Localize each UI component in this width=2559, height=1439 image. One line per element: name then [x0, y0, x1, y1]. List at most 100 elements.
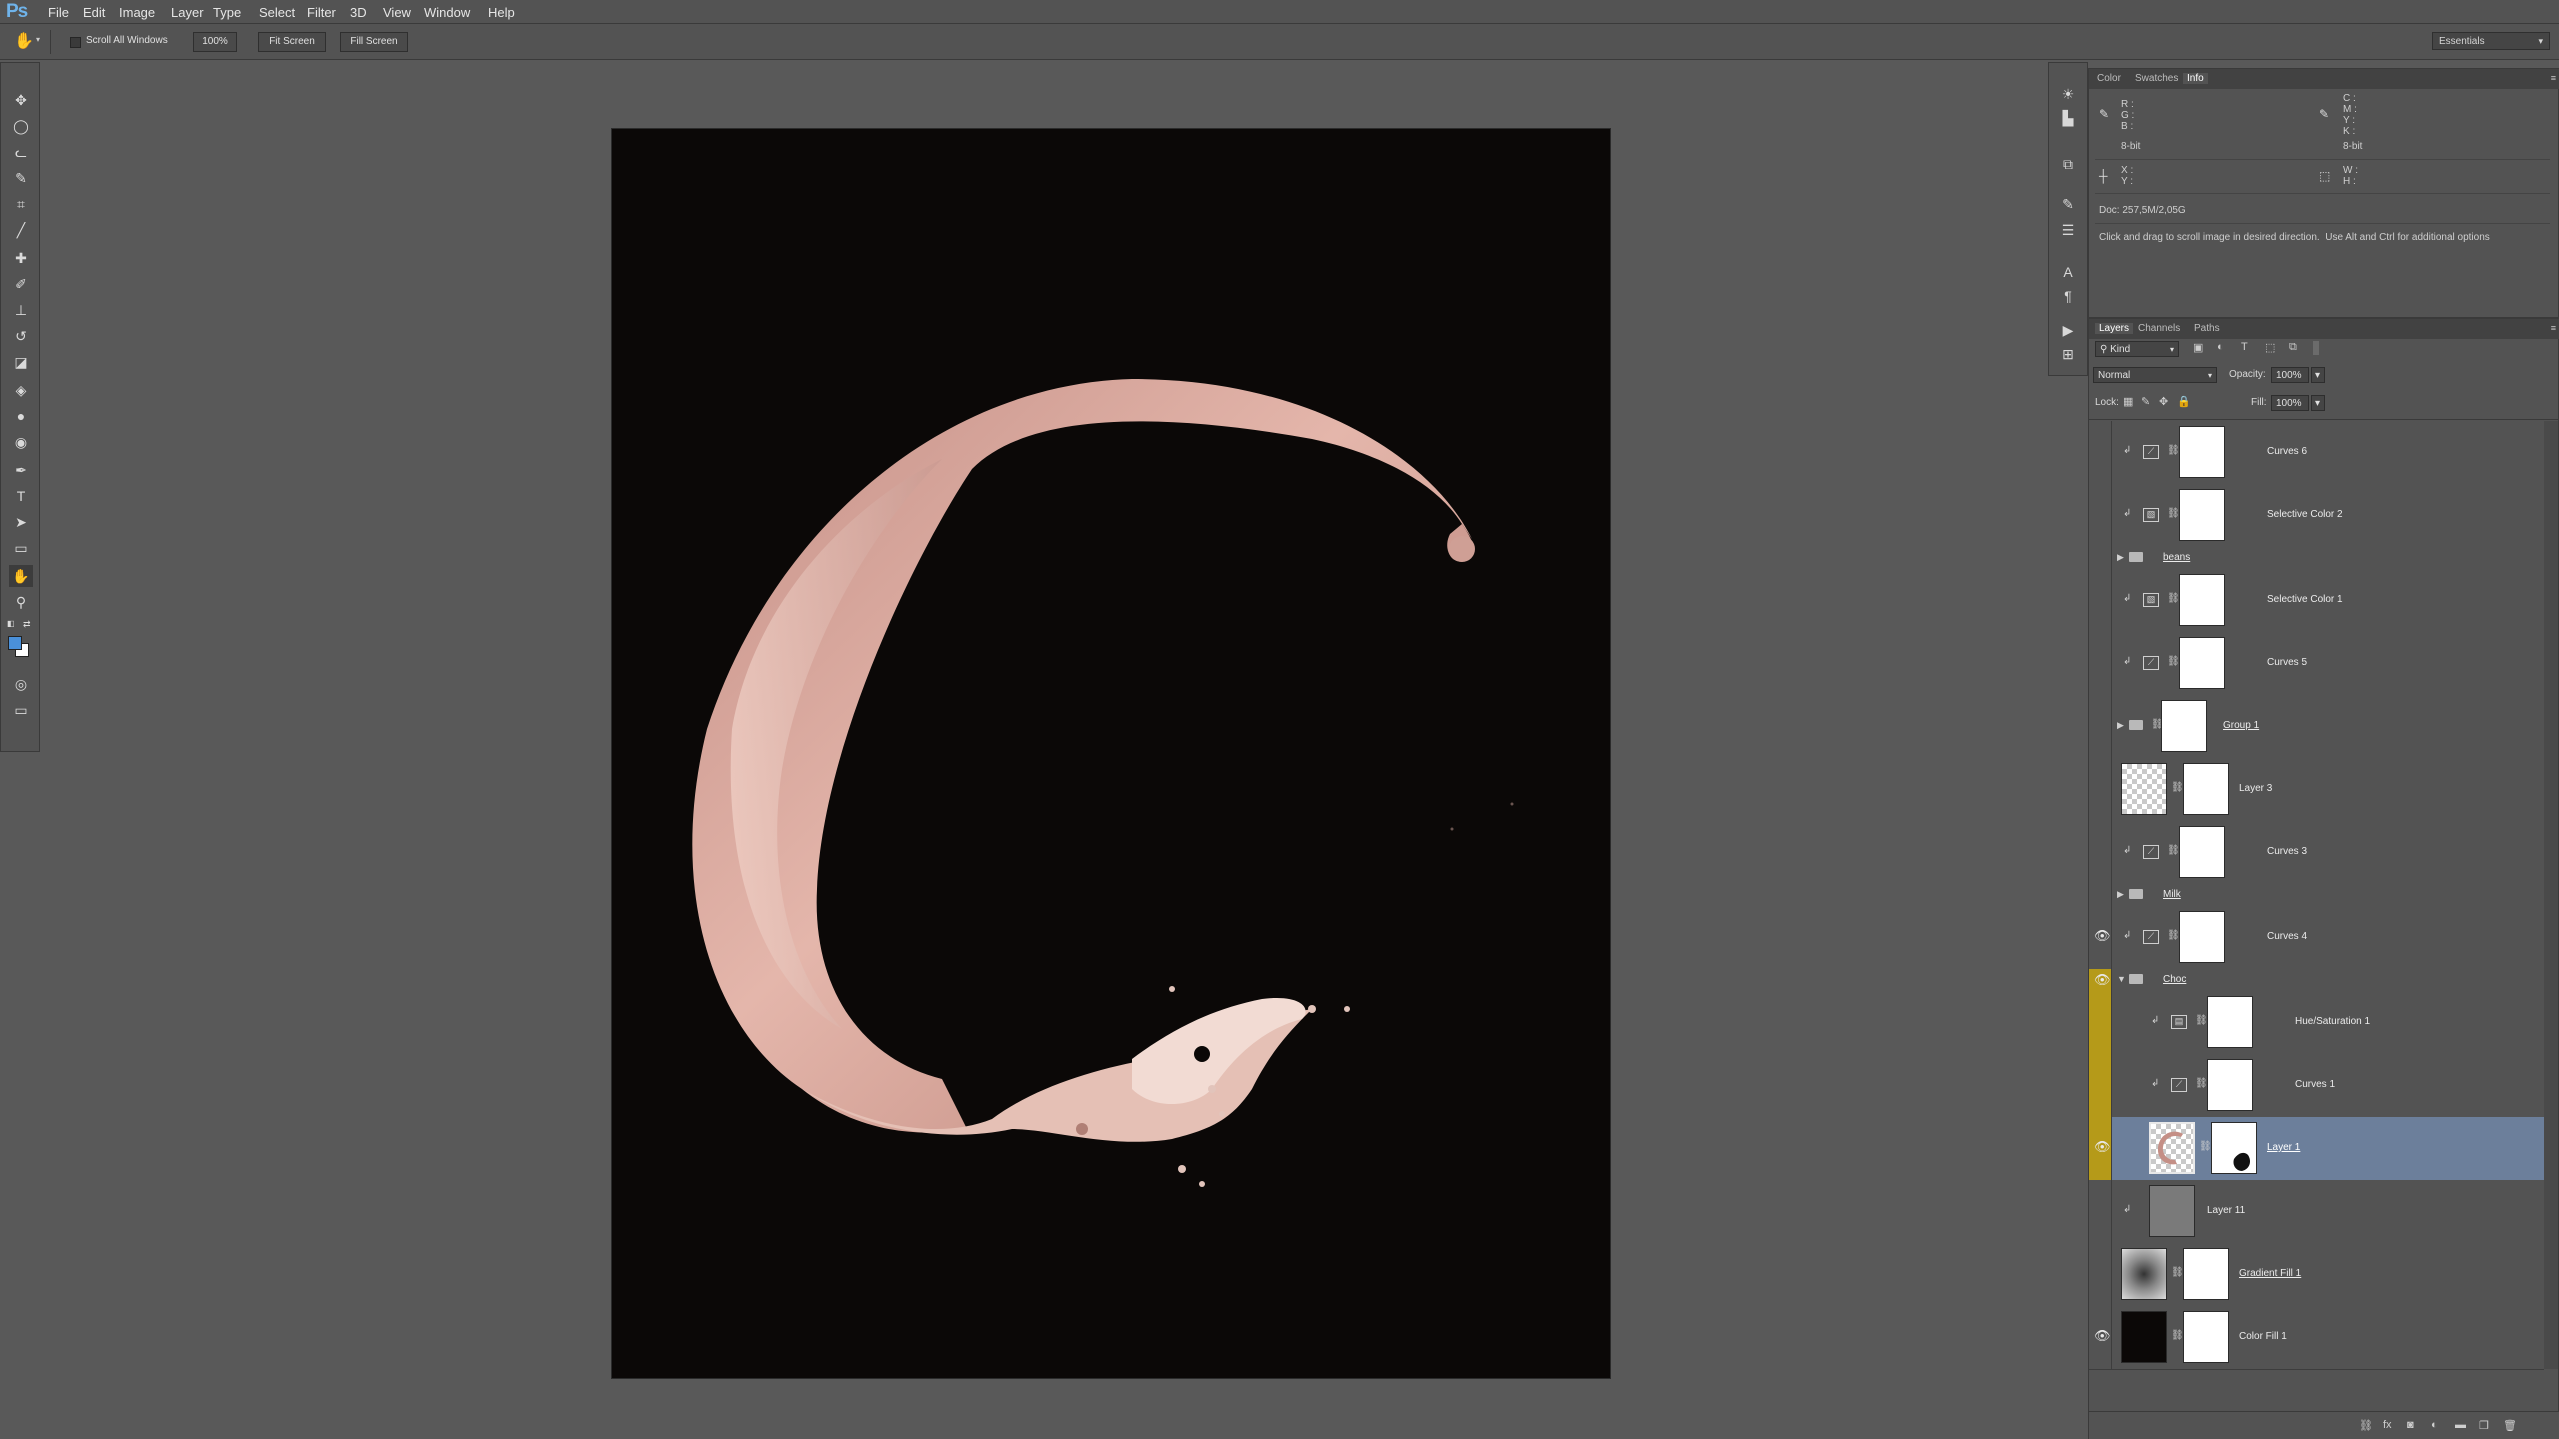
- layer-row[interactable]: 👁 ⛓ Color Fill 1: [2089, 1306, 2544, 1370]
- layer-mask-thumbnail[interactable]: [2179, 426, 2225, 478]
- character-icon[interactable]: A: [2057, 261, 2079, 283]
- rectangle-tool-icon[interactable]: ▭: [9, 537, 33, 559]
- panel-menu-icon[interactable]: ≡: [2551, 323, 2556, 333]
- menu-window[interactable]: Window: [424, 5, 470, 20]
- layer-row[interactable]: ↲ ⟋ ⛓ Curves 6: [2089, 421, 2544, 485]
- tab-color[interactable]: Color: [2097, 73, 2121, 84]
- menu-image[interactable]: Image: [119, 5, 155, 20]
- layer-mask-thumbnail[interactable]: [2183, 763, 2229, 815]
- quick-selection-tool-icon[interactable]: ✎: [9, 167, 33, 189]
- layer-mask-thumbnail[interactable]: [2179, 637, 2225, 689]
- filter-kind-select[interactable]: ⚲ Kind ▾: [2095, 341, 2179, 357]
- layer-name[interactable]: Hue/Saturation 1: [2295, 1016, 2370, 1027]
- dodge-tool-icon[interactable]: ●: [9, 405, 33, 427]
- layer-row[interactable]: ↲ ⟋ ⛓ Curves 1: [2089, 1054, 2544, 1118]
- marquee-tool-icon[interactable]: ◯: [9, 115, 33, 137]
- layer-row[interactable]: ↲ ▧ ⛓ Selective Color 2: [2089, 484, 2544, 548]
- eyedropper-tool-icon[interactable]: ╱: [9, 219, 33, 241]
- layer-group-row[interactable]: ▶ Milk: [2089, 884, 2544, 907]
- layer-thumbnail[interactable]: [2121, 763, 2167, 815]
- chain-link-icon[interactable]: ⛓: [2167, 593, 2180, 604]
- visibility-toggle[interactable]: [2089, 421, 2112, 484]
- new-group-icon[interactable]: ▬: [2455, 1419, 2466, 1431]
- layer-name[interactable]: Color Fill 1: [2239, 1331, 2287, 1342]
- layer-row[interactable]: ⛓ Gradient Fill 1: [2089, 1243, 2544, 1307]
- hand-tool-icon[interactable]: ✋: [14, 31, 34, 51]
- expand-arrow-icon[interactable]: ▶: [2117, 552, 2124, 563]
- menu-help[interactable]: Help: [488, 5, 515, 20]
- chain-link-icon[interactable]: ⛓: [2167, 445, 2180, 456]
- lock-all-icon[interactable]: 🔒: [2177, 395, 2191, 408]
- layer-row[interactable]: ↲ ⟋ ⛓ Curves 5: [2089, 632, 2544, 696]
- tab-layers[interactable]: Layers: [2095, 323, 2134, 334]
- visibility-toggle[interactable]: 👁: [2089, 1117, 2112, 1180]
- filter-pixel-icon[interactable]: ▣: [2193, 341, 2203, 354]
- layer-mask-thumbnail[interactable]: [2179, 489, 2225, 541]
- layer-name[interactable]: Layer 11: [2207, 1205, 2245, 1216]
- filter-adjustment-icon[interactable]: ◐: [2217, 341, 2224, 353]
- paint-bucket-tool-icon[interactable]: ◈: [9, 379, 33, 401]
- chain-link-icon[interactable]: ⛓: [2167, 508, 2180, 519]
- layer-name[interactable]: beans: [2163, 552, 2190, 563]
- zoom-tool-icon[interactable]: ⚲: [9, 591, 33, 613]
- actions-icon[interactable]: ▶: [2057, 319, 2079, 341]
- filter-toggle[interactable]: [2313, 341, 2319, 355]
- document-canvas[interactable]: [611, 128, 1611, 1379]
- visibility-toggle[interactable]: [2089, 632, 2112, 695]
- chain-link-icon[interactable]: ⛓: [2171, 1330, 2184, 1341]
- visibility-toggle[interactable]: [2089, 1054, 2112, 1117]
- group-mask-thumbnail[interactable]: [2161, 700, 2207, 752]
- visibility-toggle[interactable]: [2089, 1243, 2112, 1306]
- chain-link-icon[interactable]: ⛓: [2167, 845, 2180, 856]
- blur-tool-icon[interactable]: ◉: [9, 431, 33, 453]
- chain-link-icon[interactable]: ⛓: [2195, 1078, 2208, 1089]
- layer-name[interactable]: Curves 5: [2267, 657, 2307, 668]
- expand-arrow-icon[interactable]: ▶: [2117, 720, 2124, 731]
- chain-link-icon[interactable]: ⛓: [2171, 1267, 2184, 1278]
- opacity-slider-toggle[interactable]: ▾: [2311, 367, 2325, 383]
- layer-mask-thumbnail[interactable]: [2207, 996, 2253, 1048]
- clone-stamp-tool-icon[interactable]: ⊥: [9, 299, 33, 321]
- eraser-tool-icon[interactable]: ◪: [9, 351, 33, 373]
- menu-edit[interactable]: Edit: [83, 5, 105, 20]
- menu-type[interactable]: Type: [213, 5, 241, 20]
- layer-row-selected[interactable]: 👁 ⛓ Layer 1: [2089, 1117, 2544, 1181]
- quick-mask-icon[interactable]: ◎: [9, 673, 33, 695]
- filter-smart-object-icon[interactable]: ⧉: [2289, 341, 2297, 354]
- chain-link-icon[interactable]: ⛓: [2167, 930, 2180, 941]
- menu-view[interactable]: View: [383, 5, 411, 20]
- tab-channels[interactable]: Channels: [2138, 323, 2180, 334]
- layers-scrollbar[interactable]: [2544, 421, 2558, 1369]
- layer-name[interactable]: Group 1: [2223, 720, 2259, 731]
- layer-mask-thumbnail[interactable]: [2179, 911, 2225, 963]
- healing-brush-tool-icon[interactable]: ✚: [9, 247, 33, 269]
- paragraph-icon[interactable]: ¶: [2057, 285, 2079, 307]
- layer-name[interactable]: Selective Color 1: [2267, 594, 2343, 605]
- gradient-fill-thumbnail[interactable]: [2121, 1248, 2167, 1300]
- chevron-down-icon[interactable]: ▾: [36, 35, 40, 44]
- layer-name[interactable]: Curves 3: [2267, 846, 2307, 857]
- adjustments-icon[interactable]: ☀: [2057, 83, 2079, 105]
- blend-mode-select[interactable]: Normal ▾: [2093, 367, 2217, 383]
- layer-name[interactable]: Layer 1: [2267, 1142, 2300, 1153]
- fill-screen-button[interactable]: Fill Screen: [340, 32, 408, 52]
- visibility-toggle[interactable]: [2089, 547, 2112, 569]
- lock-transparency-icon[interactable]: ▦: [2123, 395, 2133, 408]
- visibility-toggle[interactable]: 👁: [2089, 1306, 2112, 1369]
- visibility-toggle[interactable]: [2089, 884, 2112, 906]
- layer-mask-thumbnail[interactable]: [2179, 574, 2225, 626]
- layer-group-row[interactable]: ▶ ⛓ Group 1: [2089, 695, 2544, 759]
- opacity-field[interactable]: 100%: [2271, 367, 2309, 383]
- layer-row[interactable]: ↲ ▤ ⛓ Hue/Saturation 1: [2089, 991, 2544, 1055]
- visibility-toggle[interactable]: [2089, 758, 2112, 821]
- new-adjustment-layer-icon[interactable]: ◐: [2431, 1419, 2438, 1431]
- visibility-toggle[interactable]: [2089, 484, 2112, 547]
- lock-position-icon[interactable]: ✥: [2159, 395, 2168, 408]
- new-layer-icon[interactable]: ❐: [2479, 1419, 2489, 1432]
- histogram-icon[interactable]: ▙: [2057, 107, 2079, 129]
- panel-menu-icon[interactable]: ≡: [2551, 73, 2556, 83]
- tab-info[interactable]: Info: [2183, 73, 2208, 84]
- layer-mask-thumbnail[interactable]: [2211, 1122, 2257, 1174]
- layer-row[interactable]: ⛓ Layer 3: [2089, 758, 2544, 822]
- default-colors-icon[interactable]: ◧: [7, 619, 15, 628]
